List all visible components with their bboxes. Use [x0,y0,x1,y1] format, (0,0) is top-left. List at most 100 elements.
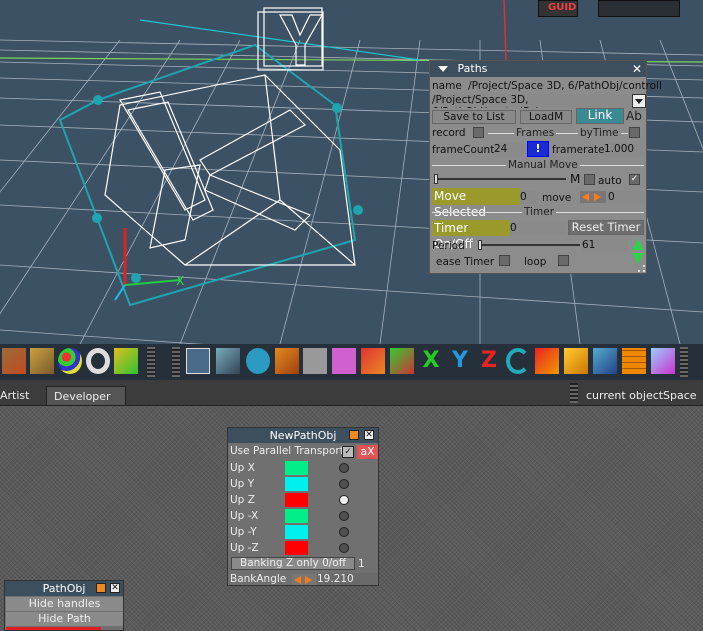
tool-cube-icon[interactable] [332,348,356,374]
timer-on-off-button[interactable]: Timer On/Off [432,220,510,251]
tool-camera-icon[interactable] [593,348,617,374]
tool-select-icon[interactable] [186,348,210,374]
manual-move-slider[interactable] [434,174,566,184]
tool-grid-icon[interactable] [303,348,327,374]
by-time-checkbox[interactable] [629,127,640,138]
path-obj-title-bar[interactable]: PathObj ✕ [5,581,123,596]
guid-label: GUID [548,2,577,13]
bank-angle-value[interactable]: 19.210 [317,573,377,585]
view-icons[interactable] [598,0,680,17]
auto-checkbox[interactable]: ✓ [629,174,640,185]
svg-text:X: X [176,274,184,288]
tool-box-icon[interactable] [275,348,299,374]
tool-move-icon[interactable] [216,348,240,374]
up-neg-z-swatch[interactable] [285,541,308,555]
minimize-icon[interactable] [349,430,359,440]
tool-palette-icon[interactable] [58,348,82,374]
guid-badge[interactable]: GUID [538,0,578,17]
tool-ruler-icon[interactable] [30,348,54,374]
ax-button[interactable]: aX [357,445,378,459]
path-select-value: /Project/Space 3D, 6/PathObj/controlPoir [432,94,543,108]
period-value[interactable]: 61 [582,239,628,252]
up-neg-y-radio[interactable] [339,527,349,537]
tool-orange-grid-icon[interactable] [622,348,646,374]
up-neg-y-swatch[interactable] [285,525,308,539]
cut-off-button[interactable] [6,627,101,630]
move-value[interactable]: 0 [608,191,644,204]
record-checkbox[interactable] [473,127,484,138]
up-y-swatch[interactable] [285,477,308,491]
up-z-radio[interactable] [339,495,349,505]
up-y-radio[interactable] [339,479,349,489]
period-stepper[interactable] [631,239,645,267]
up-z-swatch[interactable] [285,493,308,507]
path-select[interactable]: /Project/Space 3D, 6/PathObj/controlPoir [432,94,632,108]
name-label: name [432,80,462,92]
bank-angle-stepper[interactable] [292,574,316,585]
save-to-list-button[interactable]: Save to List [432,110,516,124]
toolbar-grip-3[interactable] [680,347,688,377]
move-selected-button[interactable]: Move Selected [432,188,520,219]
framerate-field[interactable]: 1.000 [604,143,644,157]
collapse-triangle-icon[interactable] [438,66,448,72]
load-m-button[interactable]: LoadM [520,110,572,124]
name-value[interactable]: /Project/Space 3D, 6/PathObj/controll [468,80,662,92]
reset-timer-button[interactable]: Reset Timer [568,220,644,235]
up-neg-x-radio[interactable] [339,511,349,521]
up-neg-z-radio[interactable] [339,543,349,553]
tool-ring-icon[interactable] [86,348,110,374]
auto-label: auto [598,175,622,187]
loop-checkbox[interactable] [558,255,569,266]
up-x-radio[interactable] [339,463,349,473]
toolbar-grip-2[interactable] [172,347,180,377]
move-stepper[interactable] [580,191,606,203]
minimize-icon[interactable] [96,583,106,593]
banking-value[interactable]: 1 [358,558,365,570]
tool-x-axis-icon[interactable]: X [419,348,443,374]
link-button[interactable]: Link [576,108,624,124]
close-icon[interactable]: ✕ [632,61,642,77]
by-time-label: byTime [578,127,621,139]
current-object-value[interactable]: Space 3D [663,386,703,421]
ease-timer-checkbox[interactable] [499,255,510,266]
paths-panel-title-bar[interactable]: Paths ✕ [430,61,646,77]
tool-add-icon[interactable] [114,348,138,374]
tool-transform-icon[interactable] [535,348,559,374]
up-neg-x-swatch[interactable] [285,509,308,523]
tool-z-axis-icon[interactable]: Z [477,348,501,374]
close-icon[interactable]: ✕ [364,430,374,440]
main-toolbar: X Y Z [0,344,703,380]
tool-house-icon[interactable] [361,348,385,374]
banking-z-button[interactable]: Banking Z only 0/off [231,557,355,570]
tab-artist[interactable]: Artist [0,386,45,405]
tool-brush-icon[interactable] [2,348,26,374]
new-path-obj-title-bar[interactable]: NewPathObj ✕ [228,428,378,443]
tool-rotate-icon[interactable] [246,348,270,374]
hide-handles-button[interactable]: Hide handles [6,597,123,611]
move-selected-value[interactable]: 0 [520,191,536,204]
tool-axes-icon[interactable] [390,348,414,374]
toolbar-grip[interactable] [147,347,155,377]
tool-gold-box-icon[interactable] [564,348,588,374]
tabs-bar: Artist Developer current object Space 3D [0,380,703,421]
close-icon[interactable]: ✕ [110,583,120,593]
use-parallel-transport-checkbox[interactable]: ✓ [342,446,354,458]
new-path-obj-title: NewPathObj [269,429,337,442]
tabs-grip[interactable] [570,383,578,403]
timer-value[interactable]: 0 [510,222,566,235]
up-x-swatch[interactable] [285,461,308,475]
path-select-dropdown-icon[interactable] [632,94,646,108]
tool-scene-icon[interactable] [651,348,675,374]
m-checkbox[interactable] [584,174,595,185]
frame-count-field[interactable]: 24 [494,143,524,157]
period-slider[interactable] [478,240,580,250]
tool-orbit-icon[interactable] [506,348,530,374]
tab-developer[interactable]: Developer [46,386,126,405]
hide-path-button[interactable]: Hide Path [6,612,123,626]
ab-button[interactable]: Ab [626,109,642,123]
tool-y-axis-icon[interactable]: Y [448,348,472,374]
resize-grip-icon[interactable] [638,265,645,272]
use-parallel-transport-label: Use Parallel Transport [230,445,344,457]
period-label: Period [432,240,465,252]
frame-apply-button[interactable]: ! [527,141,549,157]
